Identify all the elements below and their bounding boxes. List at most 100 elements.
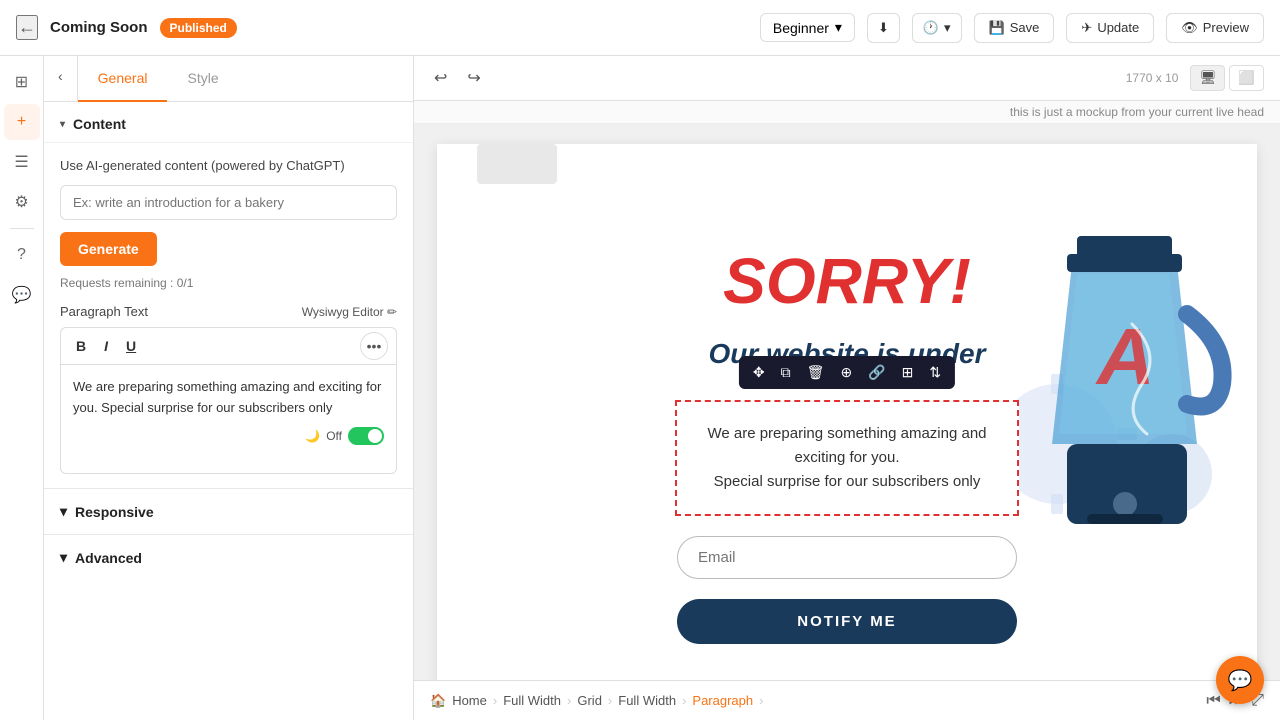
page-title: Coming Soon bbox=[50, 19, 148, 36]
canvas-scroll[interactable]: A SORRY! Our website is under ✥ ⧉ 🗑 bbox=[414, 124, 1280, 680]
sidebar-item-chat[interactable]: 💬 bbox=[4, 277, 40, 313]
icon-sidebar: ⊞ + ☰ ⚙ ? 💬 bbox=[0, 56, 44, 720]
breadcrumb-item-fullwidth1[interactable]: Full Width bbox=[503, 693, 561, 708]
sidebar-item-help[interactable]: ? bbox=[4, 237, 40, 273]
sidebar-item-add[interactable]: + bbox=[4, 104, 40, 140]
notify-button[interactable]: NOTIFY ME bbox=[677, 599, 1017, 644]
content-section-label: Content bbox=[73, 116, 126, 132]
panel: ‹ General Style ▾ Content Use AI-generat… bbox=[44, 56, 414, 720]
tab-style[interactable]: Style bbox=[167, 56, 238, 102]
view-toggle-group: 🖥 ⬜ bbox=[1190, 65, 1264, 91]
text-toolbar: B I U ••• bbox=[60, 327, 397, 364]
top-bar-placeholder bbox=[477, 144, 557, 184]
breadcrumb-prev-button[interactable]: ⏮ bbox=[1206, 692, 1220, 710]
advanced-section-header[interactable]: ▾ Advanced bbox=[44, 534, 413, 580]
breadcrumb-item-paragraph[interactable]: Paragraph bbox=[692, 693, 753, 708]
breadcrumb-bar: 🏠 Home › Full Width › Grid › Full Width … bbox=[414, 680, 1280, 720]
link-icon[interactable]: 🔗 bbox=[864, 362, 889, 383]
panel-content: ▾ Content Use AI-generated content (powe… bbox=[44, 102, 413, 720]
update-button[interactable]: ✈ Update bbox=[1066, 13, 1154, 43]
section-arrow-advanced: ▾ bbox=[60, 549, 67, 566]
body-text: We are preparing something amazing and e… bbox=[707, 422, 986, 494]
toggle-switch[interactable] bbox=[348, 427, 384, 445]
editor-footer: 🌙 Off bbox=[73, 419, 384, 446]
tablet-view-button[interactable]: ⬜ bbox=[1229, 65, 1264, 91]
requests-remaining: Requests remaining : 0/1 bbox=[60, 276, 397, 290]
section-arrow-responsive: ▾ bbox=[60, 503, 67, 520]
desktop-view-button[interactable]: 🖥 bbox=[1190, 65, 1225, 91]
italic-button[interactable]: I bbox=[97, 335, 115, 357]
responsive-section-header[interactable]: ▾ Responsive bbox=[44, 488, 413, 534]
generate-button[interactable]: Generate bbox=[60, 232, 157, 266]
content-section-header[interactable]: ▾ Content bbox=[44, 102, 413, 143]
copy-icon[interactable]: ⧉ bbox=[777, 362, 795, 383]
advanced-label: Advanced bbox=[75, 550, 142, 566]
sidebar-item-pages[interactable]: ⊞ bbox=[4, 64, 40, 100]
tab-general[interactable]: General bbox=[78, 56, 168, 102]
breadcrumb-item-grid[interactable]: Grid bbox=[577, 693, 602, 708]
move-icon[interactable]: ✥ bbox=[749, 362, 769, 383]
level-dropdown[interactable]: Beginner ▾ bbox=[760, 13, 855, 42]
chevron-down-icon: ▾ bbox=[835, 19, 842, 36]
swap-icon[interactable]: ⇅ bbox=[925, 362, 945, 383]
duplicate-icon[interactable]: ⊕ bbox=[836, 362, 856, 383]
canvas-frame: A SORRY! Our website is under ✥ ⧉ 🗑 bbox=[437, 144, 1257, 680]
responsive-label: Responsive bbox=[75, 504, 154, 520]
back-button[interactable]: ← bbox=[16, 15, 38, 40]
svg-text:A: A bbox=[1095, 312, 1155, 401]
more-tools-button[interactable]: ••• bbox=[360, 332, 388, 360]
ai-description: Use AI-generated content (powered by Cha… bbox=[60, 157, 397, 175]
underline-button[interactable]: U bbox=[119, 335, 143, 357]
level-label: Beginner bbox=[773, 20, 829, 36]
wysiwyg-label[interactable]: Wysiwyg Editor ✏ bbox=[302, 305, 397, 319]
breadcrumb-item-home[interactable]: 🏠 Home bbox=[430, 693, 487, 709]
text-editor[interactable]: We are preparing something amazing and e… bbox=[60, 364, 397, 474]
redo-button[interactable]: ↪ bbox=[463, 64, 484, 92]
breadcrumb-item-fullwidth2[interactable]: Full Width bbox=[618, 693, 676, 708]
selected-element-wrapper: ✥ ⧉ 🗑 ⊕ 🔗 ⊞ ⇅ We are preparing something… bbox=[675, 400, 1018, 516]
sorry-title: SORRY! bbox=[723, 244, 971, 318]
chat-bubble-icon: 💬 bbox=[1228, 668, 1253, 693]
home-icon: 🏠 bbox=[430, 693, 446, 709]
canvas-toolbar: ↩ ↪ 1770 x 10 🖥 ⬜ bbox=[414, 56, 1280, 101]
history-button[interactable]: 🕐 ▾ bbox=[912, 13, 962, 43]
breadcrumb-sep-5: › bbox=[759, 693, 763, 708]
float-toolbar: ✥ ⧉ 🗑 ⊕ 🔗 ⊞ ⇅ bbox=[739, 356, 955, 389]
breadcrumb-sep-1: › bbox=[493, 693, 497, 708]
email-input[interactable] bbox=[677, 536, 1017, 579]
toggle-off-label: Off bbox=[326, 427, 342, 446]
published-badge: Published bbox=[160, 18, 237, 38]
sidebar-item-settings[interactable]: ⚙ bbox=[4, 184, 40, 220]
eye-icon: 👁 bbox=[1181, 20, 1198, 36]
section-arrow-icon: ▾ bbox=[60, 119, 65, 130]
undo-button[interactable]: ↩ bbox=[430, 64, 451, 92]
chevron-down-icon2: ▾ bbox=[944, 20, 951, 36]
delete-icon[interactable]: 🗑 bbox=[803, 362, 829, 383]
selected-text-box[interactable]: We are preparing something amazing and e… bbox=[675, 400, 1018, 516]
history-icon: 🕐 bbox=[923, 20, 939, 36]
download-button[interactable]: ⬇ bbox=[867, 13, 900, 43]
grid-icon[interactable]: ⊞ bbox=[898, 362, 918, 383]
save-button[interactable]: 💾 Save bbox=[974, 13, 1055, 43]
mockup-notice: this is just a mockup from your current … bbox=[414, 101, 1280, 124]
canvas-size-info: 1770 x 10 bbox=[1126, 71, 1179, 85]
ai-prompt-input[interactable] bbox=[60, 185, 397, 220]
main-area: ⊞ + ☰ ⚙ ? 💬 ‹ General Style ▾ Content Us… bbox=[0, 56, 1280, 720]
content-section-body: Use AI-generated content (powered by Cha… bbox=[44, 143, 413, 488]
moon-icon: 🌙 bbox=[305, 427, 320, 446]
bold-button[interactable]: B bbox=[69, 335, 93, 357]
canvas-area: ↩ ↪ 1770 x 10 🖥 ⬜ this is just a mockup … bbox=[414, 56, 1280, 720]
panel-back-button[interactable]: ‹ bbox=[44, 56, 78, 101]
paragraph-label-row: Paragraph Text Wysiwyg Editor ✏ bbox=[60, 304, 397, 319]
top-header: ← Coming Soon Published Beginner ▾ ⬇ 🕐 ▾… bbox=[0, 0, 1280, 56]
chat-bubble-button[interactable]: 💬 bbox=[1216, 656, 1264, 704]
save-icon: 💾 bbox=[989, 20, 1005, 36]
paragraph-label: Paragraph Text bbox=[60, 304, 148, 319]
panel-tabs: ‹ General Style bbox=[44, 56, 413, 102]
download-icon: ⬇ bbox=[878, 20, 889, 36]
preview-button[interactable]: 👁 Preview bbox=[1166, 13, 1264, 43]
sidebar-item-layers[interactable]: ☰ bbox=[4, 144, 40, 180]
update-icon: ✈ bbox=[1081, 20, 1092, 36]
breadcrumb-sep-4: › bbox=[682, 693, 686, 708]
breadcrumb-sep-3: › bbox=[608, 693, 612, 708]
